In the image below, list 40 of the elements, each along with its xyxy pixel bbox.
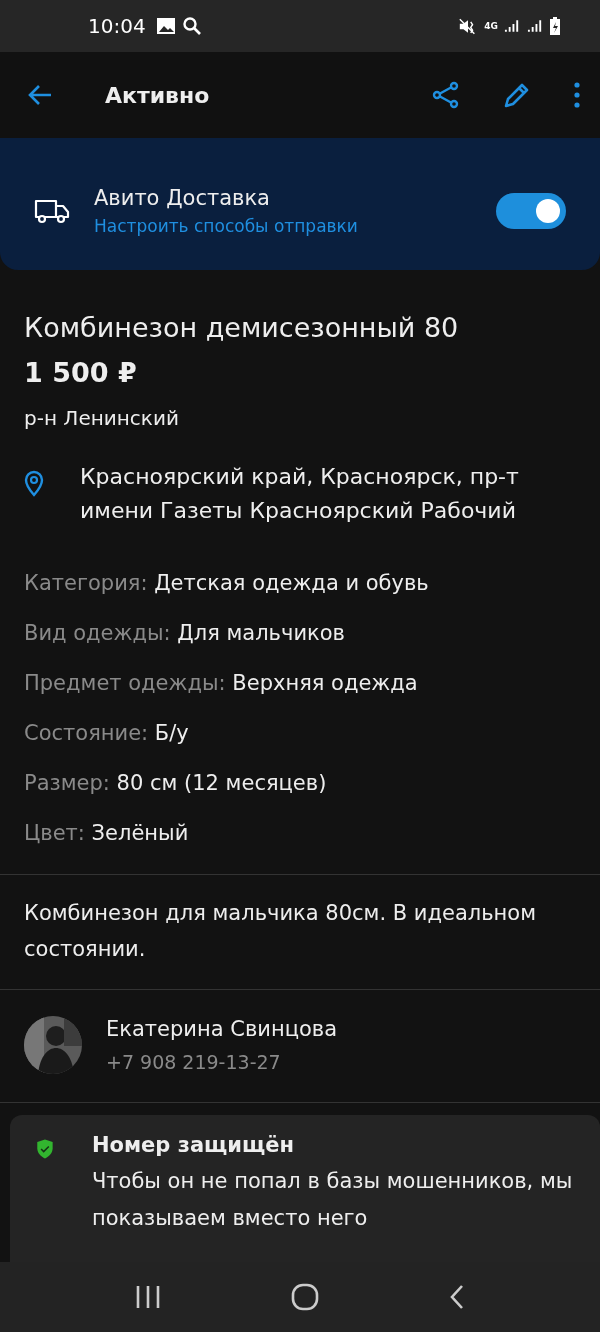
attribute-value: Верхняя одежда (232, 671, 418, 695)
delivery-title: Авито Доставка (94, 186, 271, 210)
notice-title: Номер защищён (91, 1133, 295, 1157)
attribute-value: Б/у (154, 721, 189, 745)
attribute-value: Для мальчиков (177, 621, 345, 645)
attribute-value: Зелёный (91, 821, 189, 845)
notice-text: Чтобы он не попал в базы мошенников, мы показываем вместо него (91, 1168, 574, 1232)
district: р-н Ленинский (24, 406, 180, 430)
more-icon[interactable] (574, 82, 580, 108)
attribute-label: Вид одежды: (24, 621, 171, 645)
home-icon[interactable] (291, 1283, 319, 1311)
back-icon[interactable] (27, 84, 53, 106)
price: 1 500 ₽ (24, 357, 138, 388)
delivery-settings-link[interactable]: Настроить способы отправки (94, 216, 472, 236)
seller-name: Екатерина Свинцова (106, 1017, 338, 1041)
attribute-value: 80 см (12 месяцев) (116, 771, 327, 795)
seller-phone: +7 908 219-13-27 (106, 1051, 282, 1073)
back-nav-icon[interactable] (449, 1284, 465, 1310)
truck-icon (34, 198, 70, 224)
screen-title: Активно (105, 82, 210, 108)
attribute-label: Состояние: (24, 721, 149, 745)
attribute-label: Размер: (24, 771, 110, 795)
share-icon[interactable] (432, 81, 460, 109)
signal-icon (527, 18, 544, 34)
search-icon (181, 16, 202, 36)
delivery-toggle[interactable] (496, 193, 566, 229)
location-pin-icon (24, 470, 44, 498)
signal-icon (504, 18, 521, 34)
recent-apps-icon[interactable] (135, 1285, 161, 1309)
listing-title: Комбинезон демисезонный 80 (24, 312, 460, 343)
attribute-label: Предмет одежды: (24, 671, 226, 695)
description: Комбинезон для мальчика 80см. В идеальном состоянии. (0, 874, 600, 990)
network-label: 4G (484, 21, 498, 31)
attribute-label: Цвет: (24, 821, 85, 845)
address: Красноярский край, Красноярск, пр-т имени Газеты Красноярский Рабочий (80, 463, 520, 525)
battery-icon (550, 17, 560, 35)
attribute-value: Детская одежда и обувь (154, 571, 429, 595)
attribute-label: Категория: (24, 571, 148, 595)
gallery-icon (155, 17, 176, 35)
status-time: 10:04 (88, 14, 146, 38)
